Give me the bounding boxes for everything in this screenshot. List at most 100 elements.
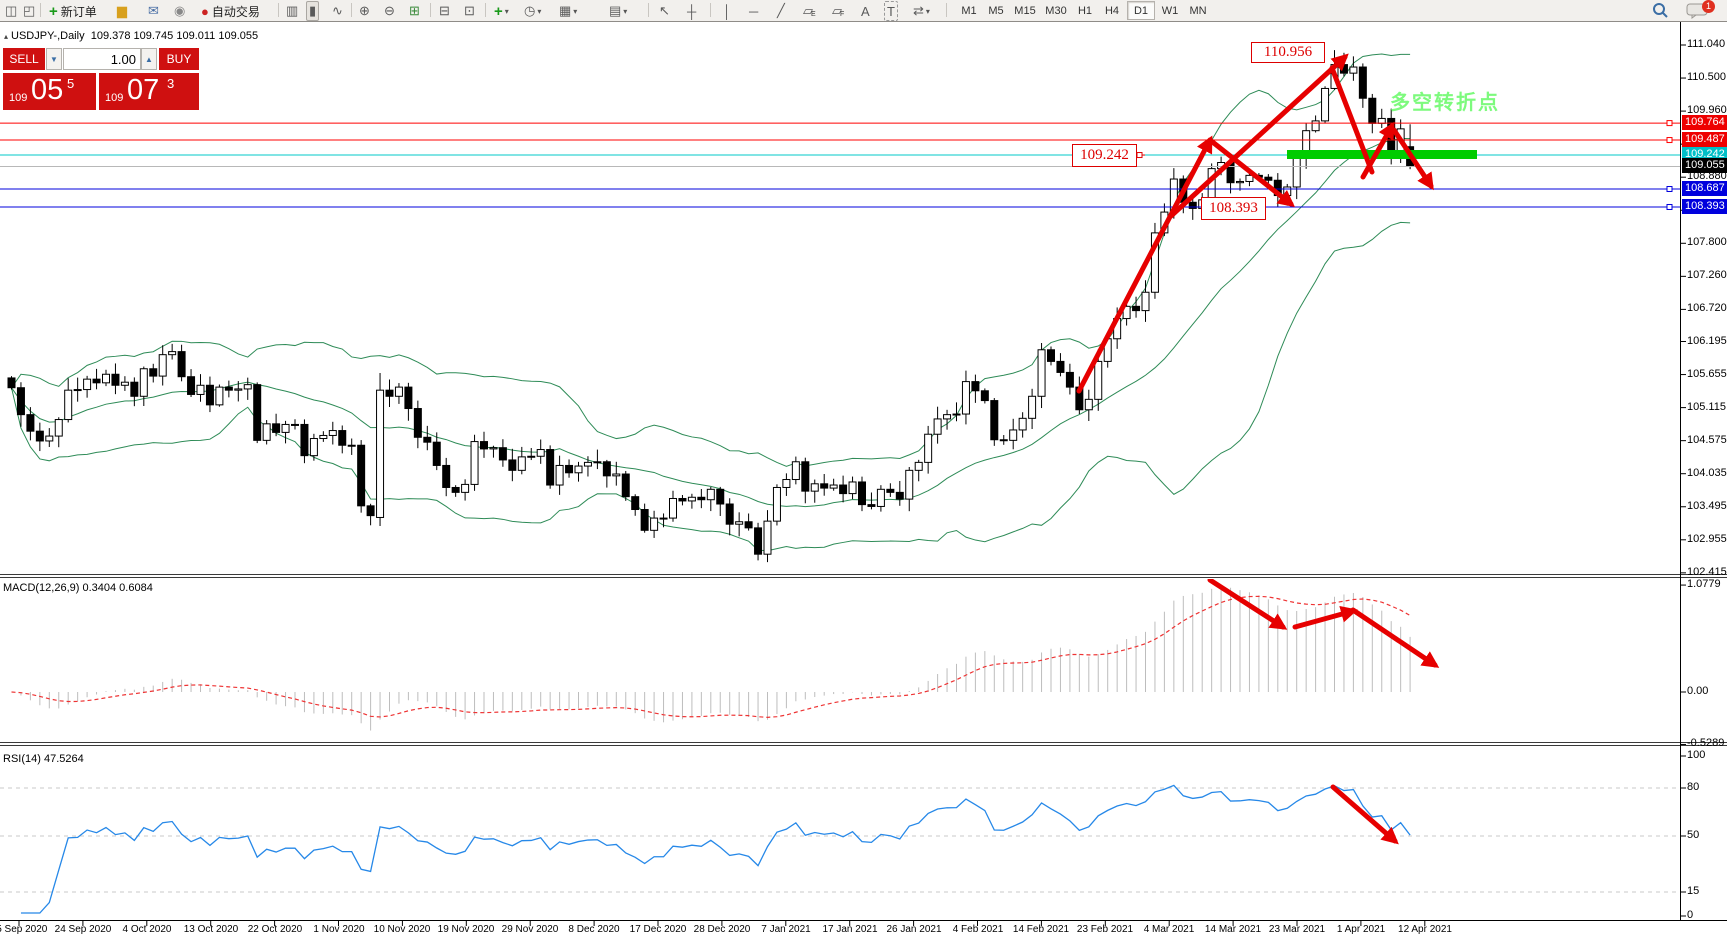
price-line-badge: 108.393 (1682, 199, 1727, 214)
timeframe-h4[interactable]: H4 (1099, 1, 1125, 20)
periods-button[interactable]: ◷▾ (521, 1, 544, 21)
ask-prefix: 109 (105, 92, 123, 104)
date-label: 17 Dec 2020 (621, 924, 695, 935)
date-label: 1 Apr 2021 (1324, 924, 1398, 935)
dropdown-caret-icon[interactable]: ▾ (926, 7, 930, 16)
trendline-tool[interactable]: ╱ (774, 1, 788, 21)
volume-down-button[interactable]: ▼ (46, 48, 62, 70)
price-tick-label: 102.415 (1687, 566, 1727, 578)
bid-main: 05 (31, 74, 63, 107)
autotrade-button[interactable]: ●自动交易 (198, 1, 263, 21)
chart-canvas[interactable] (0, 0, 1727, 941)
date-label: 7 Jan 2021 (749, 924, 823, 935)
crosshair-tool[interactable]: ┼ (684, 1, 699, 21)
volume-up-button[interactable]: ▲ (141, 48, 157, 70)
label-tool[interactable]: T (884, 1, 898, 21)
trendline-tool-glyph: ╱ (777, 3, 785, 19)
date-label: 26 Jan 2021 (877, 924, 951, 935)
periods-glyph: ◷ (524, 3, 535, 19)
search-icon[interactable] (1652, 2, 1669, 24)
rsi-axis-label: 100 (1687, 749, 1705, 761)
templates-glyph: ▦ (559, 3, 571, 19)
templates-button[interactable]: ▦▾ (556, 1, 580, 21)
zoom-out-icon[interactable]: ⊖ (381, 1, 398, 21)
gold-icon[interactable]: ▆ (114, 1, 130, 21)
chart-preview-icon-glyph: ◰ (23, 3, 35, 19)
date-label: 22 Oct 2020 (238, 924, 312, 935)
dropdown-caret-icon[interactable]: ▾ (623, 7, 627, 16)
tile-windows-icon-glyph: ⊞ (409, 3, 420, 19)
ask-price-display[interactable]: 109 07 3 (99, 73, 199, 110)
volume-input[interactable] (63, 48, 141, 70)
price-line-badge: 109.764 (1682, 115, 1727, 130)
text-tool[interactable]: A (858, 1, 873, 21)
timeframe-h1[interactable]: H1 (1072, 1, 1098, 20)
crosshair-tool-glyph: ┼ (687, 4, 696, 19)
bid-price-display[interactable]: 109 05 5 (3, 73, 96, 110)
toolbar-separator (40, 3, 41, 17)
annotation-low-price[interactable]: 108.393 (1201, 197, 1266, 220)
profiles-button[interactable]: ▤▾ (606, 1, 630, 21)
dropdown-caret-icon[interactable]: ▾ (573, 7, 577, 16)
date-label: 8 Dec 2020 (557, 924, 631, 935)
channel-tool[interactable]: ▱E (800, 1, 819, 21)
annotation-peak-price[interactable]: 110.956 (1251, 42, 1325, 63)
date-label: 13 Oct 2020 (174, 924, 248, 935)
line-chart-icon[interactable]: ∿ (329, 1, 346, 21)
rsi-axis-label: 80 (1687, 781, 1699, 793)
autotrade-glyph: ● (201, 4, 209, 19)
arrange-windows-icon[interactable]: ⊟ (436, 1, 453, 21)
gold-icon-glyph: ▆ (117, 3, 127, 19)
rsi-axis-label: 15 (1687, 885, 1699, 897)
chart-preview-icon[interactable]: ◰ (20, 1, 38, 21)
toolbar-separator (430, 3, 431, 17)
price-tick-label: 106.195 (1687, 335, 1727, 347)
arrows-tool[interactable]: ⇄▾ (910, 1, 933, 21)
dropdown-caret-icon[interactable]: ▾ (537, 7, 541, 16)
bid-pip: 5 (67, 76, 74, 91)
chart-window-icon[interactable]: ◫ (2, 1, 20, 21)
dropdown-caret-icon[interactable]: ▾ (505, 7, 509, 16)
price-tick-label: 105.115 (1687, 401, 1726, 413)
date-label: 29 Nov 2020 (493, 924, 567, 935)
vertical-line-tool[interactable]: │ (720, 1, 734, 21)
tool-subscript: F (840, 11, 844, 18)
signal-icon[interactable]: ◉ (171, 1, 188, 21)
price-tick-label: 107.260 (1687, 269, 1727, 281)
zoom-in-icon[interactable]: ⊕ (356, 1, 373, 21)
price-line-badge: 109.055 (1682, 158, 1727, 173)
text-tool-glyph: A (861, 4, 870, 19)
timeframe-w1[interactable]: W1 (1156, 1, 1184, 20)
mail-icon[interactable]: ✉ (145, 1, 162, 21)
price-tick-label: 104.575 (1687, 434, 1727, 446)
annotation-support-price[interactable]: 109.242 (1072, 144, 1137, 167)
toolbar-separator (946, 3, 947, 17)
indicators-button[interactable]: +▾ (491, 1, 512, 21)
cursor-tool[interactable]: ↖ (656, 1, 673, 21)
horizontal-line-tool[interactable]: ─ (746, 1, 761, 21)
price-tick-label: 104.035 (1687, 467, 1727, 479)
timeframe-m30[interactable]: M30 (1041, 1, 1071, 20)
timeframe-d1[interactable]: D1 (1127, 1, 1155, 20)
date-label: 23 Mar 2021 (1260, 924, 1334, 935)
toolbar-separator (648, 3, 649, 17)
annotation-turning-point-text[interactable]: 多空转折点 (1390, 86, 1500, 115)
collapse-panel-icon[interactable]: ▴ (4, 32, 8, 41)
timeframe-mn[interactable]: MN (1184, 1, 1212, 20)
date-label: 24 Sep 2020 (46, 924, 120, 935)
sell-button[interactable]: SELL (3, 48, 45, 70)
new-order-button[interactable]: +新订单 (46, 1, 100, 21)
rsi-indicator-label: RSI(14) 47.5264 (3, 753, 84, 765)
main-toolbar: ◫◰+新订单▆✉◉●自动交易▥▮∿⊕⊖⊞⊟⊡+▾◷▾▦▾▤▾↖┼│─╱▱E▱FA… (0, 0, 1727, 22)
timeframe-m15[interactable]: M15 (1010, 1, 1040, 20)
cascade-windows-icon[interactable]: ⊡ (461, 1, 478, 21)
timeframe-m1[interactable]: M1 (956, 1, 982, 20)
new-order-glyph: + (49, 3, 58, 20)
timeframe-m5[interactable]: M5 (983, 1, 1009, 20)
date-label: 23 Feb 2021 (1068, 924, 1142, 935)
buy-button[interactable]: BUY (159, 48, 199, 70)
candle-chart-icon[interactable]: ▮ (306, 1, 319, 21)
tile-windows-icon[interactable]: ⊞ (406, 1, 423, 21)
fibonacci-tool[interactable]: ▱F (829, 1, 847, 21)
bar-chart-icon[interactable]: ▥ (283, 1, 301, 21)
